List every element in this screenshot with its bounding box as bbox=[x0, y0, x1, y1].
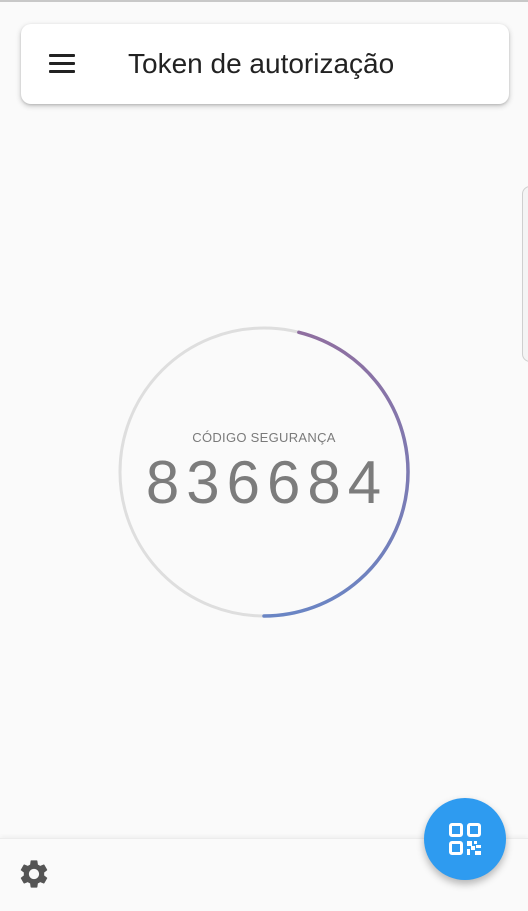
scan-qr-button[interactable] bbox=[424, 798, 506, 880]
security-code: 836684 bbox=[145, 449, 389, 516]
qr-code-icon bbox=[449, 823, 481, 855]
app-bar: Token de autorização bbox=[21, 24, 509, 104]
page-title: Token de autorização bbox=[128, 48, 395, 79]
gear-icon[interactable] bbox=[17, 857, 51, 891]
code-label: CÓDIGO SEGURANÇA bbox=[192, 430, 336, 445]
side-drawer-handle[interactable] bbox=[522, 186, 528, 362]
token-countdown: CÓDIGO SEGURANÇA 836684 bbox=[118, 326, 410, 618]
status-divider bbox=[0, 0, 528, 2]
menu-icon[interactable] bbox=[49, 54, 75, 74]
